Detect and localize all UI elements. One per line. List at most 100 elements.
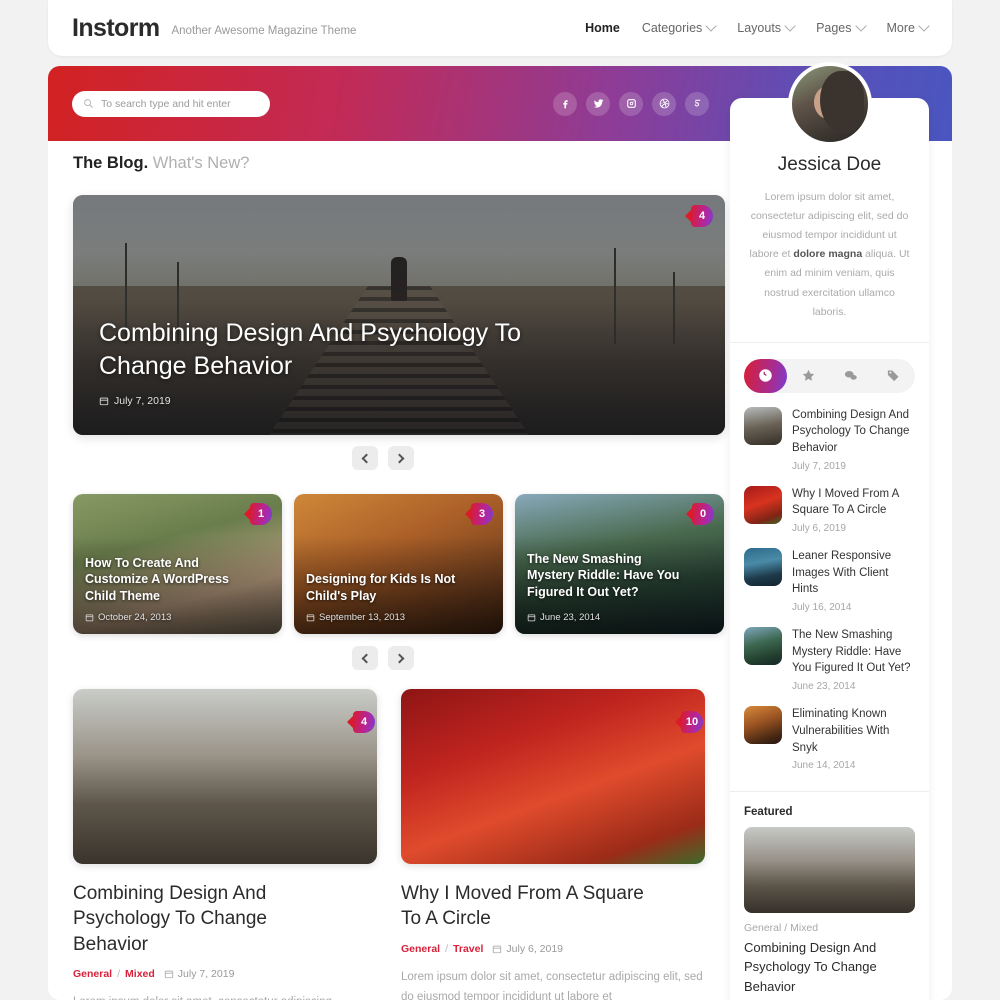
tab-comments[interactable] bbox=[830, 359, 873, 393]
post-excerpt: Lorem ipsum dolor sit amet, consectetur … bbox=[401, 970, 703, 1000]
dribbble-icon[interactable] bbox=[652, 91, 676, 116]
calendar-icon bbox=[493, 945, 502, 954]
page-root: Instorm Another Awesome Magazine Theme H… bbox=[0, 0, 1000, 1000]
tab-popular[interactable] bbox=[787, 359, 830, 393]
tab-recent[interactable] bbox=[744, 358, 787, 393]
post-title[interactable]: Why I Moved From A Square To A Circle bbox=[401, 881, 705, 932]
nav-item-more[interactable]: More bbox=[886, 20, 930, 35]
card-date-text: October 24, 2013 bbox=[98, 612, 172, 623]
meta-separator: / bbox=[445, 942, 449, 955]
nav-label: Categories bbox=[641, 21, 703, 35]
tab-tags[interactable] bbox=[872, 359, 915, 393]
blog-heading-light: What's New? bbox=[152, 154, 250, 172]
post-thumbnail[interactable] bbox=[73, 689, 377, 864]
avatar bbox=[787, 62, 872, 146]
post-card[interactable]: Combining Design And Psychology To Chang… bbox=[73, 689, 377, 1000]
calendar-icon bbox=[164, 971, 173, 979]
next-arrow[interactable] bbox=[388, 646, 414, 670]
nav-item-pages[interactable]: Pages bbox=[816, 20, 867, 35]
nav-label: More bbox=[886, 21, 915, 35]
comment-count-badge: 4 bbox=[685, 205, 713, 227]
post-card[interactable]: Why I Moved From A Square To A Circle Ge… bbox=[401, 689, 705, 1000]
hero-title: Combining Design And Psychology To Chang… bbox=[99, 319, 522, 380]
next-arrow[interactable] bbox=[388, 446, 414, 470]
blog-heading: The Blog. What's New? bbox=[73, 154, 249, 173]
comment-count-badge: 4 bbox=[347, 711, 375, 733]
instagram-icon[interactable] bbox=[619, 91, 643, 116]
featured-image[interactable] bbox=[744, 827, 915, 914]
facebook-icon[interactable] bbox=[553, 91, 577, 116]
blog-heading-bold: The Blog. bbox=[73, 154, 149, 172]
list-item-title[interactable]: Why I Moved From A Square To A Circle bbox=[792, 486, 915, 519]
author-bio: Lorem ipsum dolor sit amet, consectetur … bbox=[730, 176, 929, 342]
featured-card[interactable]: The New Smashing Mystery Riddle: Have Yo… bbox=[515, 494, 724, 634]
sidebar: Jessica Doe Lorem ipsum dolor sit amet, … bbox=[730, 62, 929, 1000]
comment-count-badge: 3 bbox=[465, 503, 493, 525]
avatar-hair bbox=[820, 70, 865, 133]
prev-arrow[interactable] bbox=[352, 446, 378, 470]
list-item-date: July 16, 2014 bbox=[792, 602, 852, 614]
twitter-icon[interactable] bbox=[586, 91, 610, 116]
list-item[interactable]: Combining Design And Psychology To Chang… bbox=[744, 406, 915, 472]
list-item[interactable]: The New Smashing Mystery Riddle: Have Yo… bbox=[744, 627, 915, 692]
list-item-thumbnail bbox=[744, 406, 782, 445]
hero-slide[interactable]: Combining Design And Psychology To Chang… bbox=[73, 195, 725, 435]
prev-arrow[interactable] bbox=[352, 646, 378, 670]
post-excerpt: Lorem ipsum dolor sit amet, consectetur … bbox=[73, 992, 377, 1000]
comment-count-badge: 0 bbox=[686, 503, 714, 525]
comment-icon bbox=[845, 371, 858, 381]
nav-item-home[interactable]: Home bbox=[585, 21, 620, 35]
card-date-text: June 23, 2014 bbox=[540, 612, 601, 623]
list-item-title[interactable]: Combining Design And Psychology To Chang… bbox=[792, 407, 915, 457]
bio-text-bold: dolore magna bbox=[793, 248, 863, 261]
hero-date: July 7, 2019 bbox=[99, 395, 171, 407]
featured-card[interactable]: How To Create And Customize A WordPress … bbox=[73, 494, 282, 634]
list-item[interactable]: Leaner Responsive Images With Client Hin… bbox=[744, 548, 915, 613]
star-icon bbox=[802, 370, 814, 381]
nav-item-categories[interactable]: Categories bbox=[641, 20, 717, 35]
comment-count-badge: 1 bbox=[244, 503, 272, 525]
post-category[interactable]: Travel bbox=[453, 943, 483, 955]
card-date: October 24, 2013 bbox=[85, 612, 171, 623]
list-item-title[interactable]: Leaner Responsive Images With Client Hin… bbox=[792, 548, 915, 598]
list-item-date: June 23, 2014 bbox=[792, 681, 856, 693]
list-item-title[interactable]: The New Smashing Mystery Riddle: Have Yo… bbox=[792, 627, 915, 677]
post-category[interactable]: Mixed bbox=[125, 968, 155, 980]
list-item-thumbnail bbox=[744, 548, 782, 587]
hero-slider-nav bbox=[352, 446, 414, 470]
list-item[interactable]: Eliminating Known Vulnerabilities With S… bbox=[744, 706, 915, 771]
post-date-text: July 7, 2019 bbox=[177, 968, 235, 981]
list-item[interactable]: Why I Moved From A Square To A Circle Ju… bbox=[744, 485, 915, 535]
list-item-date: July 6, 2019 bbox=[792, 523, 846, 535]
calendar-icon bbox=[85, 614, 94, 622]
card-date-text: September 13, 2013 bbox=[319, 612, 406, 623]
sidebar-post-list: Combining Design And Psychology To Chang… bbox=[730, 393, 929, 791]
featured-cards-row: How To Create And Customize A WordPress … bbox=[73, 494, 725, 634]
site-logo[interactable]: Instorm bbox=[72, 14, 160, 43]
search-placeholder: To search type and hit enter bbox=[101, 97, 231, 110]
featured-title[interactable]: Combining Design And Psychology To Chang… bbox=[730, 934, 929, 1000]
chevron-down-icon bbox=[784, 20, 796, 32]
hero-date-text: July 7, 2019 bbox=[114, 395, 171, 407]
post-category[interactable]: General bbox=[73, 968, 112, 980]
card-title: Designing for Kids Is Not Child's Play bbox=[306, 572, 456, 603]
nav-item-layouts[interactable]: Layouts bbox=[737, 20, 796, 35]
chevron-down-icon bbox=[918, 20, 930, 32]
list-item-title[interactable]: Eliminating Known Vulnerabilities With S… bbox=[792, 706, 915, 756]
post-date: July 7, 2019 bbox=[164, 968, 235, 981]
post-title[interactable]: Combining Design And Psychology To Chang… bbox=[73, 881, 377, 957]
featured-category[interactable]: General / Mixed bbox=[730, 913, 929, 934]
nav-label: Pages bbox=[816, 21, 852, 35]
sidebar-divider bbox=[730, 341, 929, 343]
cards-slider-nav bbox=[352, 646, 414, 670]
post-category[interactable]: General bbox=[401, 943, 440, 955]
site-tagline: Another Awesome Magazine Theme bbox=[171, 24, 357, 37]
fivehundredpx-icon[interactable] bbox=[685, 91, 709, 116]
clock-icon bbox=[759, 369, 772, 383]
featured-card[interactable]: Designing for Kids Is Not Child's Play S… bbox=[294, 494, 503, 634]
comment-count-badge: 10 bbox=[675, 711, 703, 733]
post-thumbnail[interactable] bbox=[401, 689, 705, 864]
calendar-icon bbox=[527, 614, 536, 622]
meta-separator: / bbox=[117, 968, 121, 981]
search-input[interactable]: To search type and hit enter bbox=[72, 90, 270, 117]
